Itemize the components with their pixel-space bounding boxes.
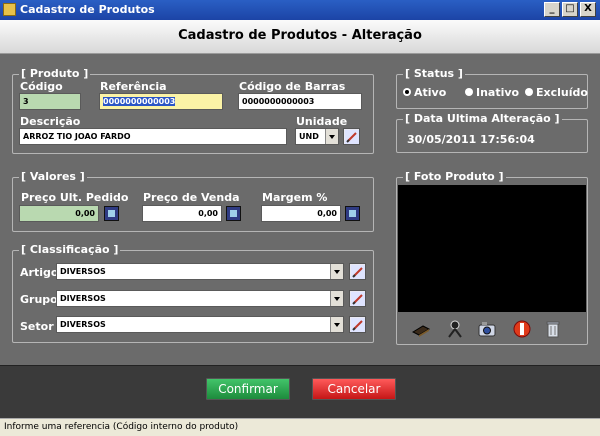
codigo-label: Código — [20, 80, 63, 93]
preco-pedido-field[interactable]: 0,00 — [19, 205, 99, 222]
edit-setor-button[interactable] — [349, 316, 366, 333]
status-excluido-radio[interactable]: Excluído — [525, 86, 588, 99]
scanner-icon[interactable] — [411, 319, 431, 339]
unidade-label: Unidade — [296, 115, 348, 128]
grupo-label: Grupo — [20, 293, 58, 306]
valores-legend: [ Valores ] — [19, 170, 87, 183]
window-title: Cadastro de Produtos — [20, 3, 155, 16]
edit-unidade-button[interactable] — [343, 128, 360, 145]
artigo-value: DIVERSOS — [60, 267, 106, 276]
classificacao-legend: [ Classificação ] — [19, 243, 121, 256]
chevron-down-icon[interactable] — [330, 317, 343, 332]
form-header: Cadastro de Produtos - Alteração — [0, 20, 600, 54]
radio-selected-icon — [403, 88, 411, 96]
chevron-down-icon[interactable] — [330, 264, 343, 279]
pencil-icon — [351, 318, 365, 332]
confirm-button[interactable]: Confirmar — [206, 378, 290, 400]
trash-icon[interactable] — [543, 319, 563, 339]
edit-artigo-button[interactable] — [349, 263, 366, 280]
codigo-field[interactable]: 3 — [19, 93, 81, 110]
page-title: Cadastro de Produtos - Alteração — [178, 28, 422, 43]
alteracao-value: 30/05/2011 17:56:04 — [407, 133, 535, 146]
referencia-value: 0000000000003 — [103, 97, 176, 106]
edit-grupo-button[interactable] — [349, 290, 366, 307]
setor-value: DIVERSOS — [60, 320, 106, 329]
status-ativo-radio[interactable]: Ativo — [403, 86, 446, 99]
radio-icon — [525, 88, 533, 96]
produto-legend: [ Produto ] — [19, 67, 91, 80]
camera-stand-icon[interactable] — [445, 319, 465, 339]
status-inativo-radio[interactable]: Inativo — [465, 86, 519, 99]
codigo-barras-field[interactable]: 0000000000003 — [238, 93, 362, 110]
preco-pedido-label: Preço Ult. Pedido — [21, 191, 129, 204]
delete-photo-icon[interactable] — [512, 319, 532, 339]
referencia-field[interactable]: 0000000000003 — [99, 93, 223, 110]
action-footer — [0, 365, 600, 418]
pencil-icon — [351, 292, 365, 306]
artigo-label: Artigo — [20, 266, 59, 279]
margem-label: Margem % — [262, 191, 328, 204]
pencil-icon — [345, 130, 359, 144]
maximize-button[interactable]: □ — [562, 2, 578, 17]
calculator-icon[interactable] — [345, 206, 360, 221]
minimize-button[interactable]: _ — [544, 2, 560, 17]
calculator-icon[interactable] — [104, 206, 119, 221]
codigo-barras-label: Código de Barras — [239, 80, 346, 93]
chevron-down-icon[interactable] — [325, 129, 338, 144]
app-icon — [3, 3, 16, 16]
status-bar: Informe uma referencia (Código interno d… — [0, 418, 600, 436]
preco-venda-field[interactable]: 0,00 — [142, 205, 222, 222]
preco-venda-label: Preço de Venda — [143, 191, 240, 204]
grupo-value: DIVERSOS — [60, 294, 106, 303]
camera-icon[interactable] — [477, 319, 497, 339]
status-legend: [ Status ] — [403, 67, 465, 80]
chevron-down-icon[interactable] — [330, 291, 343, 306]
unidade-select[interactable]: UND — [295, 128, 339, 145]
calculator-icon[interactable] — [226, 206, 241, 221]
referencia-label: Referência — [100, 80, 167, 93]
photo-preview[interactable] — [398, 185, 586, 312]
status-inativo-label: Inativo — [476, 86, 520, 99]
descricao-label: Descrição — [20, 115, 81, 128]
artigo-select[interactable]: DIVERSOS — [56, 263, 344, 280]
radio-icon — [465, 88, 473, 96]
pencil-icon — [351, 265, 365, 279]
alteracao-legend: [ Data Ultima Alteração ] — [403, 112, 562, 125]
descricao-field[interactable]: ARROZ TIO JOAO FARDO — [19, 128, 287, 145]
setor-label: Setor — [20, 320, 54, 333]
unidade-value: UND — [299, 132, 319, 141]
grupo-select[interactable]: DIVERSOS — [56, 290, 344, 307]
setor-select[interactable]: DIVERSOS — [56, 316, 344, 333]
foto-legend: [ Foto Produto ] — [403, 170, 506, 183]
status-ativo-label: Ativo — [414, 86, 447, 99]
window-titlebar: Cadastro de Produtos _ □ X — [0, 0, 600, 20]
margem-field[interactable]: 0,00 — [261, 205, 341, 222]
cancel-button[interactable]: Cancelar — [312, 378, 396, 400]
close-button[interactable]: X — [580, 2, 596, 17]
status-excluido-label: Excluído — [536, 86, 588, 99]
